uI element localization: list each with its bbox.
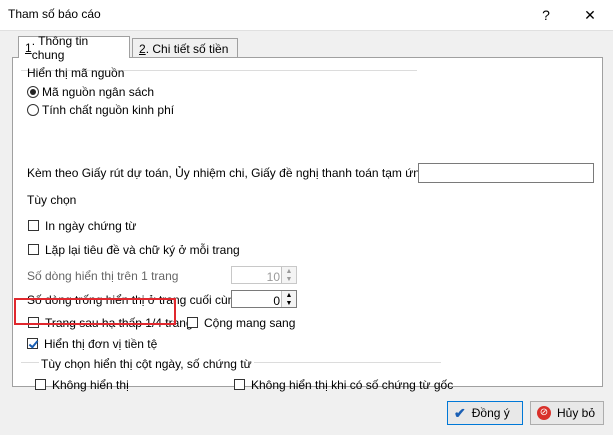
print-date-label: In ngày chứng từ xyxy=(45,219,137,233)
rows-down-icon: ▼ xyxy=(285,276,293,283)
show-currency-label: Hiển thị đơn vị tiền tệ xyxy=(44,337,158,351)
carry-forward-label: Cộng mang sang xyxy=(204,316,296,330)
highlight-box xyxy=(14,298,176,325)
radio-budget-source-label: Mã nguồn ngân sách xyxy=(42,85,155,99)
tab-general[interactable]: 1. Thông tin chung xyxy=(18,34,130,62)
ok-label: Đồng ý xyxy=(471,406,510,420)
attach-input[interactable] xyxy=(418,163,594,183)
no-show-original-label: Không hiển thị khi có số chứng từ gốc xyxy=(251,378,454,392)
dialog-body: 1. Thông tin chung 2. Chi tiết số tiền H… xyxy=(0,30,613,435)
cancel-icon: ⊘ xyxy=(537,406,551,420)
tab-amount-label: . Chi tiết số tiền xyxy=(145,41,229,56)
tab-amount-num: 2 xyxy=(139,41,146,56)
help-button[interactable]: ? xyxy=(524,0,568,30)
cancel-button[interactable]: ⊘ Hủy bỏ xyxy=(530,401,604,425)
ok-button[interactable]: ✔ Đồng ý xyxy=(447,401,523,425)
close-button[interactable]: ✕ xyxy=(568,0,612,30)
options-group-label: Tùy chọn xyxy=(27,193,77,207)
repeat-header-checkbox[interactable] xyxy=(28,244,39,255)
tab-amount-details[interactable]: 2. Chi tiết số tiền xyxy=(132,38,238,58)
carry-forward-checkbox[interactable] xyxy=(187,317,198,328)
empty-down-icon[interactable]: ▼ xyxy=(282,299,296,307)
radio-funding-nature[interactable] xyxy=(27,104,39,116)
repeat-header-label: Lặp lại tiêu đề và chữ ký ở mỗi trang xyxy=(45,243,240,257)
source-group-label: Hiển thị mã nguồn xyxy=(27,66,125,80)
show-currency-checkbox[interactable] xyxy=(27,338,38,349)
no-show-checkbox[interactable] xyxy=(35,379,46,390)
check-icon: ✔ xyxy=(454,404,466,421)
radio-budget-source[interactable] xyxy=(27,86,39,98)
date-col-group-label: Tùy chọn hiển thị cột ngày, số chứng từ xyxy=(39,357,254,371)
rows-per-page-spinner: 10 ▲ ▼ xyxy=(231,266,297,284)
window-title: Tham số báo cáo xyxy=(8,7,101,21)
no-show-label: Không hiển thị xyxy=(52,378,129,392)
print-date-checkbox[interactable] xyxy=(28,220,39,231)
tab-panel-general: Hiển thị mã nguồn Mã nguồn ngân sách Tín… xyxy=(12,57,603,392)
radio-funding-nature-label: Tính chất nguồn kinh phí xyxy=(42,103,175,117)
empty-rows-value: 0 xyxy=(273,294,280,308)
rows-up-icon: ▲ xyxy=(285,268,293,275)
rows-per-page-value: 10 xyxy=(266,270,280,284)
no-show-original-checkbox[interactable] xyxy=(234,379,245,390)
tab-general-label: . Thông tin chung xyxy=(31,33,89,62)
title-bar: Tham số báo cáo ? ✕ xyxy=(0,0,613,30)
cancel-label: Hủy bỏ xyxy=(557,406,596,420)
rows-per-page-label: Số dòng hiển thị trên 1 trang xyxy=(27,269,179,283)
empty-rows-spinner[interactable]: 0 ▲ ▼ xyxy=(231,290,297,308)
attach-label: Kèm theo Giấy rút dự toán, Ủy nhiệm chi,… xyxy=(27,166,443,180)
tab-general-num: 1 xyxy=(25,40,32,55)
empty-up-icon[interactable]: ▲ xyxy=(282,291,296,299)
